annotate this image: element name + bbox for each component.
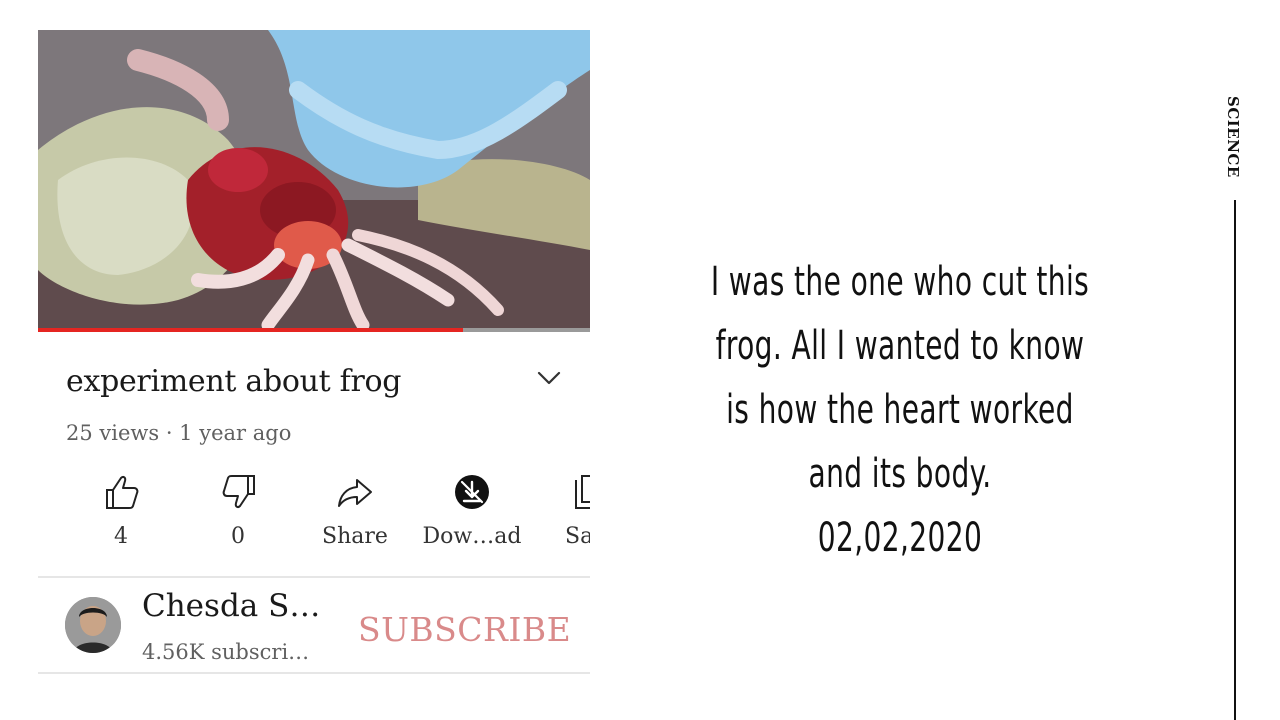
save-label: Sa xyxy=(565,524,590,549)
share-button[interactable]: Share xyxy=(300,470,410,560)
divider-bottom xyxy=(38,672,590,674)
subscribe-button[interactable]: SUBSCRIBE xyxy=(358,610,571,649)
divider-top xyxy=(38,576,590,578)
action-bar: 4 0 Share Dow…ad Sa xyxy=(38,470,590,560)
share-label: Share xyxy=(322,524,388,549)
like-count: 4 xyxy=(114,524,128,549)
download-button[interactable]: Dow…ad xyxy=(417,470,527,560)
channel-name[interactable]: Chesda S… xyxy=(142,588,320,624)
avatar[interactable] xyxy=(65,597,121,653)
side-label: SCIENCE xyxy=(1224,96,1242,178)
video-title: experiment about frog xyxy=(66,364,402,399)
save-icon xyxy=(575,475,590,509)
dislike-button[interactable]: 0 xyxy=(183,470,293,560)
caption-line: and its body. xyxy=(808,451,992,497)
video-meta: 25 views · 1 year ago xyxy=(66,421,292,445)
download-label: Dow…ad xyxy=(422,524,522,549)
progress-fill xyxy=(38,328,464,332)
caption-line: frog. All I wanted to know xyxy=(715,323,1085,369)
side-rule xyxy=(1234,200,1236,720)
dislike-count: 0 xyxy=(231,524,245,549)
download-icon xyxy=(455,475,489,509)
caption-text: I was the one who cut this frog. All I w… xyxy=(697,250,1103,570)
progress-bar[interactable] xyxy=(38,328,590,332)
caption-date: 02,02,2020 xyxy=(817,515,983,561)
caption-line: is how the heart worked xyxy=(726,387,1074,433)
chevron-down-icon[interactable] xyxy=(535,368,563,388)
video-player[interactable] xyxy=(38,30,590,332)
subscriber-count: 4.56K subscri… xyxy=(142,640,310,664)
thumbs-down-icon xyxy=(222,475,255,508)
save-button[interactable]: Sa xyxy=(534,470,590,560)
share-icon xyxy=(338,479,372,507)
caption-line: I was the one who cut this xyxy=(710,259,1090,305)
video-card: experiment about frog 25 views · 1 year … xyxy=(38,30,590,680)
thumbs-up-icon xyxy=(106,476,139,509)
video-frame xyxy=(38,30,590,332)
like-button[interactable]: 4 xyxy=(66,470,176,560)
avatar-image xyxy=(65,597,121,653)
